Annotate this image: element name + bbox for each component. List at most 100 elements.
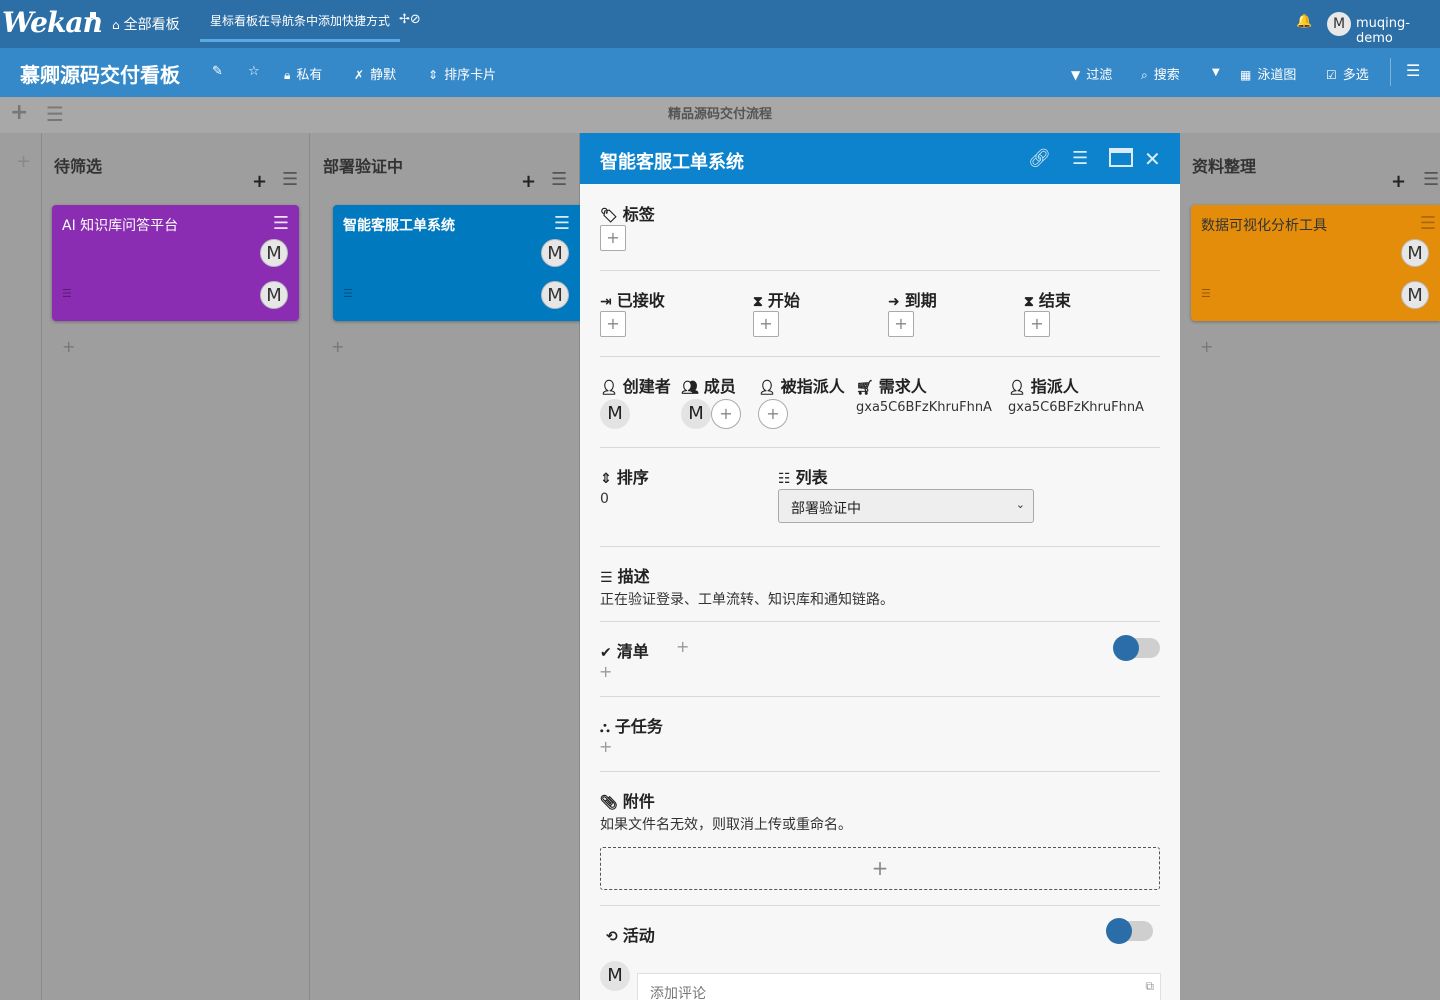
received-title-text: 已接收: [616, 291, 665, 310]
minicard[interactable]: 智能客服工单系统 ☰ M M ☰: [333, 205, 580, 321]
visibility-button[interactable]: 🔒︎ 私有: [284, 64, 322, 83]
show-activity-toggle[interactable]: [1106, 918, 1153, 944]
divider: [600, 621, 1160, 622]
add-checklist-plus-icon[interactable]: +: [599, 662, 612, 681]
add-member-button[interactable]: +: [711, 399, 741, 429]
minicard-member-avatar[interactable]: M: [541, 239, 569, 267]
due-title-text: 到期: [904, 291, 937, 310]
list-title[interactable]: 资料整理: [1192, 153, 1256, 177]
due-arrow-icon: ➜: [888, 294, 900, 310]
mute-icon: ✗: [354, 68, 365, 82]
add-due-date-button[interactable]: +: [888, 311, 914, 337]
assigner-value[interactable]: gxa5C6BFzKhruFhnA: [1008, 400, 1144, 415]
add-label-button[interactable]: +: [600, 225, 626, 251]
divider: [600, 546, 1160, 547]
assignees-title: 👤︎ 被指派人: [758, 373, 845, 397]
board-menu-hamburger-icon[interactable]: ☰: [1406, 61, 1420, 80]
minicard-menu-hamburger-icon[interactable]: ☰: [273, 213, 289, 234]
card-details-title[interactable]: 智能客服工单系统: [600, 148, 744, 174]
multiselect-label: 多选: [1342, 68, 1369, 83]
due-date-title: ➜ 到期: [888, 287, 937, 311]
search-button[interactable]: ⌕ 搜索: [1141, 64, 1180, 83]
starred-boards-tab[interactable]: 星标看板在导航条中添加快捷方式: [200, 0, 401, 42]
add-assignee-button[interactable]: +: [758, 399, 788, 429]
copy-icon[interactable]: ⧉: [1145, 979, 1154, 994]
add-end-date-button[interactable]: +: [1024, 311, 1050, 337]
sort-cards-label: 排序卡片: [444, 68, 497, 83]
comment-placeholder: 添加评论: [650, 986, 706, 1000]
comment-input[interactable]: 添加评论 ⧉: [637, 973, 1161, 1000]
multiselect-button[interactable]: ☑ 多选: [1326, 64, 1369, 83]
board-header: 慕卿源码交付看板 ✎ ☆ 🔒︎ 私有 ✗ 静默 ⇕ 排序卡片 ▼ 过滤 ⌕ 搜索 ▼ ▦ 泳…: [0, 48, 1440, 97]
minicard[interactable]: AI 知识库问答平台 ☰ M M ☰: [52, 205, 299, 321]
close-icon[interactable]: ✕: [1144, 147, 1161, 171]
notifications-bell-icon[interactable]: 🔔: [1296, 14, 1312, 29]
activity-title: ⟲ 活动: [606, 922, 655, 946]
creator-avatar[interactable]: M: [600, 399, 630, 429]
minicard-menu-hamburger-icon[interactable]: ☰: [554, 213, 570, 234]
list-menu-hamburger-icon[interactable]: ☰: [1423, 169, 1439, 190]
list-title[interactable]: 部署验证中: [323, 153, 403, 177]
maximize-icon[interactable]: [1109, 148, 1133, 167]
minicard-menu-hamburger-icon[interactable]: ☰: [1420, 213, 1436, 234]
mute-button[interactable]: ✗ 静默: [354, 64, 396, 83]
minicard-assignee-avatar[interactable]: M: [260, 281, 288, 309]
add-card-plus-icon[interactable]: +: [252, 171, 267, 192]
list-title[interactable]: 待筛选: [54, 153, 102, 177]
wekan-logo[interactable]: Wekan: [2, 6, 103, 39]
description-text[interactable]: 正在验证登录、工单流转、知识库和通知链路。: [600, 589, 894, 609]
requester-value[interactable]: gxa5C6BFzKhruFhnA: [856, 400, 992, 415]
sort-title: ⇕ 排序: [600, 464, 649, 488]
list-column: 待筛选 + ☰ AI 知识库问答平台 ☰ M M ☰ +: [42, 133, 310, 1000]
minicard-member-avatar[interactable]: M: [1401, 239, 1429, 267]
add-checklist-top-plus-icon[interactable]: +: [676, 637, 689, 656]
sitemap-icon: ⛬: [600, 720, 610, 736]
user-icon: 👤︎: [758, 380, 776, 396]
all-boards-link[interactable]: ⌂ 全部看板: [112, 14, 180, 34]
sort-icon: ⇕: [600, 471, 612, 487]
list-menu-hamburger-icon[interactable]: ☰: [282, 169, 298, 190]
search-label: 搜索: [1153, 68, 1180, 83]
add-card-bottom-plus-icon[interactable]: +: [1200, 337, 1213, 356]
commenter-avatar: M: [600, 961, 630, 991]
add-card-bottom-plus-icon[interactable]: +: [331, 337, 344, 356]
swimlane-header: + ☰ 精品源码交付流程: [0, 97, 1440, 133]
edit-board-icon[interactable]: ✎: [212, 64, 223, 79]
star-board-icon[interactable]: ☆: [248, 64, 260, 79]
list-menu-hamburger-icon[interactable]: ☰: [551, 169, 567, 190]
starred-tab-actions[interactable]: ✢⊘: [399, 12, 421, 27]
minicard-assignee-avatar[interactable]: M: [541, 281, 569, 309]
filter-button[interactable]: ▼ 过滤: [1071, 64, 1112, 83]
user-avatar[interactable]: M: [1327, 12, 1351, 36]
minicard-assignee-avatar[interactable]: M: [1401, 281, 1429, 309]
board-title[interactable]: 慕卿源码交付看板: [20, 59, 180, 88]
header-divider: [1390, 58, 1391, 86]
filter-label: 过滤: [1086, 68, 1113, 83]
hourglass-start-icon: ⧗: [753, 294, 763, 310]
card-menu-hamburger-icon[interactable]: ☰: [1072, 148, 1088, 169]
lock-icon: 🔒︎: [284, 68, 291, 82]
minicard[interactable]: 数据可视化分析工具 ☰ M M ☰: [1191, 205, 1440, 321]
swimlane-view-button[interactable]: ▦ 泳道图: [1240, 64, 1296, 83]
user-name[interactable]: muqing-demo: [1356, 16, 1440, 46]
add-start-date-button[interactable]: +: [753, 311, 779, 337]
add-card-plus-icon[interactable]: +: [1391, 171, 1406, 192]
card-details-header: 智能客服工单系统 🔗︎ ☰ ✕: [580, 133, 1180, 184]
add-card-bottom-plus-icon[interactable]: +: [62, 337, 75, 356]
copy-link-icon[interactable]: 🔗︎: [1028, 148, 1051, 169]
view-dropdown-caret-icon[interactable]: ▼: [1212, 67, 1220, 78]
minicard-title: 数据可视化分析工具: [1201, 218, 1327, 234]
minicard-member-avatar[interactable]: M: [260, 239, 288, 267]
sort-value[interactable]: 0: [600, 491, 609, 507]
add-card-plus-icon[interactable]: +: [521, 171, 536, 192]
add-list-plus-icon[interactable]: +: [16, 151, 31, 172]
member-avatar[interactable]: M: [681, 399, 711, 429]
hide-checked-items-toggle[interactable]: [1113, 635, 1160, 661]
sort-title-text: 排序: [616, 468, 649, 487]
sort-cards-button[interactable]: ⇕ 排序卡片: [428, 64, 496, 83]
list-select[interactable]: 部署验证中 ⌄: [778, 489, 1034, 523]
attachment-upload-dropzone[interactable]: +: [600, 847, 1160, 890]
add-subtask-plus-icon[interactable]: +: [599, 737, 612, 756]
members-title-text: 成员: [703, 377, 736, 396]
add-received-date-button[interactable]: +: [600, 311, 626, 337]
